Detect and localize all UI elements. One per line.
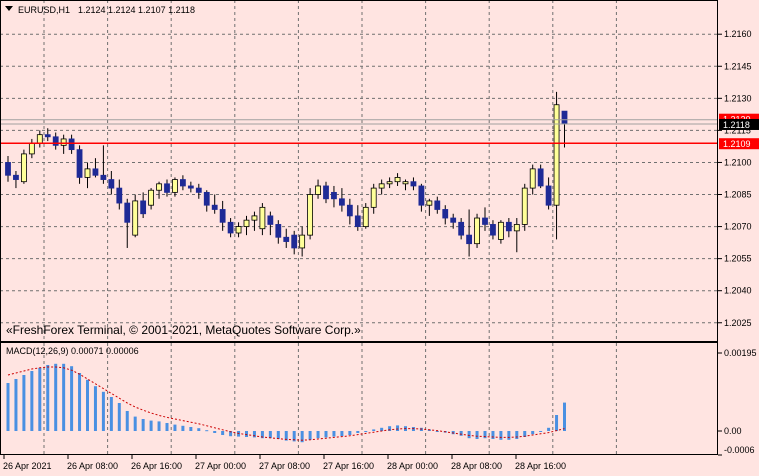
candle [307, 188, 314, 240]
macd-histogram-bar [308, 431, 312, 440]
macd-histogram-bar [348, 431, 352, 435]
candle [20, 149, 27, 184]
ohlc-values: 1.2124 1.2124 1.2107 1.2118 [78, 5, 195, 15]
macd-histogram-bar [515, 431, 519, 439]
macd-histogram-bar [173, 424, 177, 431]
macd-histogram-bar [141, 419, 145, 431]
time-tick-label: 27 Apr 08:00 [259, 461, 310, 471]
macd-histogram-bar [396, 425, 400, 431]
macd-histogram-bar [46, 365, 50, 431]
macd-title: MACD(12,26,9) 0.00071 0.00006 [6, 346, 139, 356]
price-tick-label: 1.2070 [724, 222, 752, 232]
symbol-header: EURUSD,H1 1.2124 1.2124 1.2107 1.2118 [5, 5, 195, 15]
macd-histogram-bar [555, 415, 559, 431]
macd-histogram-bar [332, 431, 336, 437]
macd-histogram-bar [316, 431, 320, 439]
candle [132, 194, 139, 238]
time-tick-label: 27 Apr 16:00 [323, 461, 374, 471]
time-tick-label: 27 Apr 00:00 [195, 461, 246, 471]
macd-histogram-bar [435, 431, 439, 432]
macd-histogram-bar [30, 371, 34, 431]
symbol-timeframe: EURUSD,H1 [18, 5, 70, 15]
time-tick-label: 28 Apr 00:00 [387, 461, 438, 471]
time-axis: 26 Apr 2021 26 Apr 08:00 26 Apr 16:00 27 Ap… [3, 455, 566, 471]
macd-histogram-bar [483, 431, 487, 439]
price-tick-label: 1.2085 [724, 190, 752, 200]
macd-histogram-bar [54, 363, 58, 431]
macd-histogram-bar [14, 379, 18, 431]
macd-histogram-bar [221, 431, 225, 435]
macd-histogram-bar [531, 431, 535, 435]
macd-histogram-bar [6, 383, 10, 431]
macd-histogram-bar [507, 431, 511, 440]
macd-histogram-bar [340, 431, 344, 437]
macd-histogram-bar [125, 411, 129, 431]
macd-histogram-bar [78, 373, 82, 431]
macd-histogram-bar [356, 431, 360, 433]
macd-histogram-bar [93, 386, 97, 431]
macd-tick-label: 0.00 [724, 426, 742, 436]
time-tick-label: 26 Apr 08:00 [67, 461, 118, 471]
macd-histogram-bar [276, 431, 280, 439]
price-tick-label: 1.2100 [724, 157, 752, 167]
macd-histogram-bar [133, 416, 137, 431]
price-axis: 1.21601.21451.21301.21151.21001.20851.20… [718, 29, 752, 328]
macd-histogram-bar [109, 397, 113, 431]
macd-histogram-bar [62, 363, 66, 431]
macd-histogram-bar [364, 431, 368, 432]
price-tick-label: 1.2055 [724, 254, 752, 264]
macd-histogram-bar [197, 428, 201, 431]
copyright-notice: «FreshForex Terminal, © 2001-2021, MetaQ… [6, 323, 361, 337]
macd-histogram-bar [157, 421, 161, 431]
candle [521, 183, 528, 231]
macd-tick-label: -0.0006 [724, 445, 755, 455]
macd-tick-label: 0.00195 [724, 348, 757, 358]
time-tick-label: 26 Apr 2021 [3, 461, 52, 471]
macd-axis: 0.00195 0.00 -0.0006 [718, 348, 757, 456]
macd-histogram-bar [459, 431, 463, 436]
time-tick-label: 28 Apr 08:00 [451, 461, 502, 471]
macd-histogram-bar [268, 431, 272, 439]
time-tick-label: 28 Apr 16:00 [515, 461, 566, 471]
macd-histogram-bar [181, 425, 185, 431]
macd-histogram-bar [165, 423, 169, 431]
price-tick-label: 1.2145 [724, 61, 752, 71]
svg-text:1.2109: 1.2109 [723, 139, 751, 149]
time-tick-label: 26 Apr 16:00 [131, 461, 182, 471]
macd-histogram-bar [213, 431, 217, 433]
macd-histogram-bar [86, 379, 89, 431]
macd-histogram-bar [372, 429, 376, 431]
macd-histogram-bar [205, 430, 209, 432]
trading-chart[interactable]: 1.21601.21451.21301.21151.21001.20851.20… [0, 0, 759, 476]
macd-histogram-bar [499, 431, 503, 440]
macd-histogram-bar [539, 431, 543, 432]
price-tick-label: 1.2025 [724, 318, 752, 328]
macd-histogram-bar [324, 431, 328, 438]
price-tick-label: 1.2040 [724, 286, 752, 296]
macd-histogram-bar [149, 420, 153, 431]
line-price-label: 1.2109 [719, 138, 759, 150]
macd-histogram-bar [101, 391, 105, 431]
macd-histogram-bar [563, 402, 566, 431]
macd-histogram-bar [475, 431, 479, 439]
macd-histogram-bar [22, 375, 26, 431]
price-tick-label: 1.2130 [724, 93, 752, 103]
macd-histogram-bar [117, 403, 121, 431]
bid-price-label: 1.2118 [719, 118, 759, 130]
macd-histogram-bar [467, 431, 471, 439]
price-tick-label: 1.2160 [724, 29, 752, 39]
macd-histogram-bar [252, 431, 256, 438]
macd-histogram-bar [70, 366, 74, 431]
candle [474, 213, 480, 248]
svg-text:1.2118: 1.2118 [723, 120, 750, 130]
macd-histogram-bar [547, 427, 551, 431]
macd-histogram-bar [491, 431, 495, 439]
macd-histogram-bar [38, 367, 42, 431]
macd-histogram-bar [189, 427, 193, 431]
